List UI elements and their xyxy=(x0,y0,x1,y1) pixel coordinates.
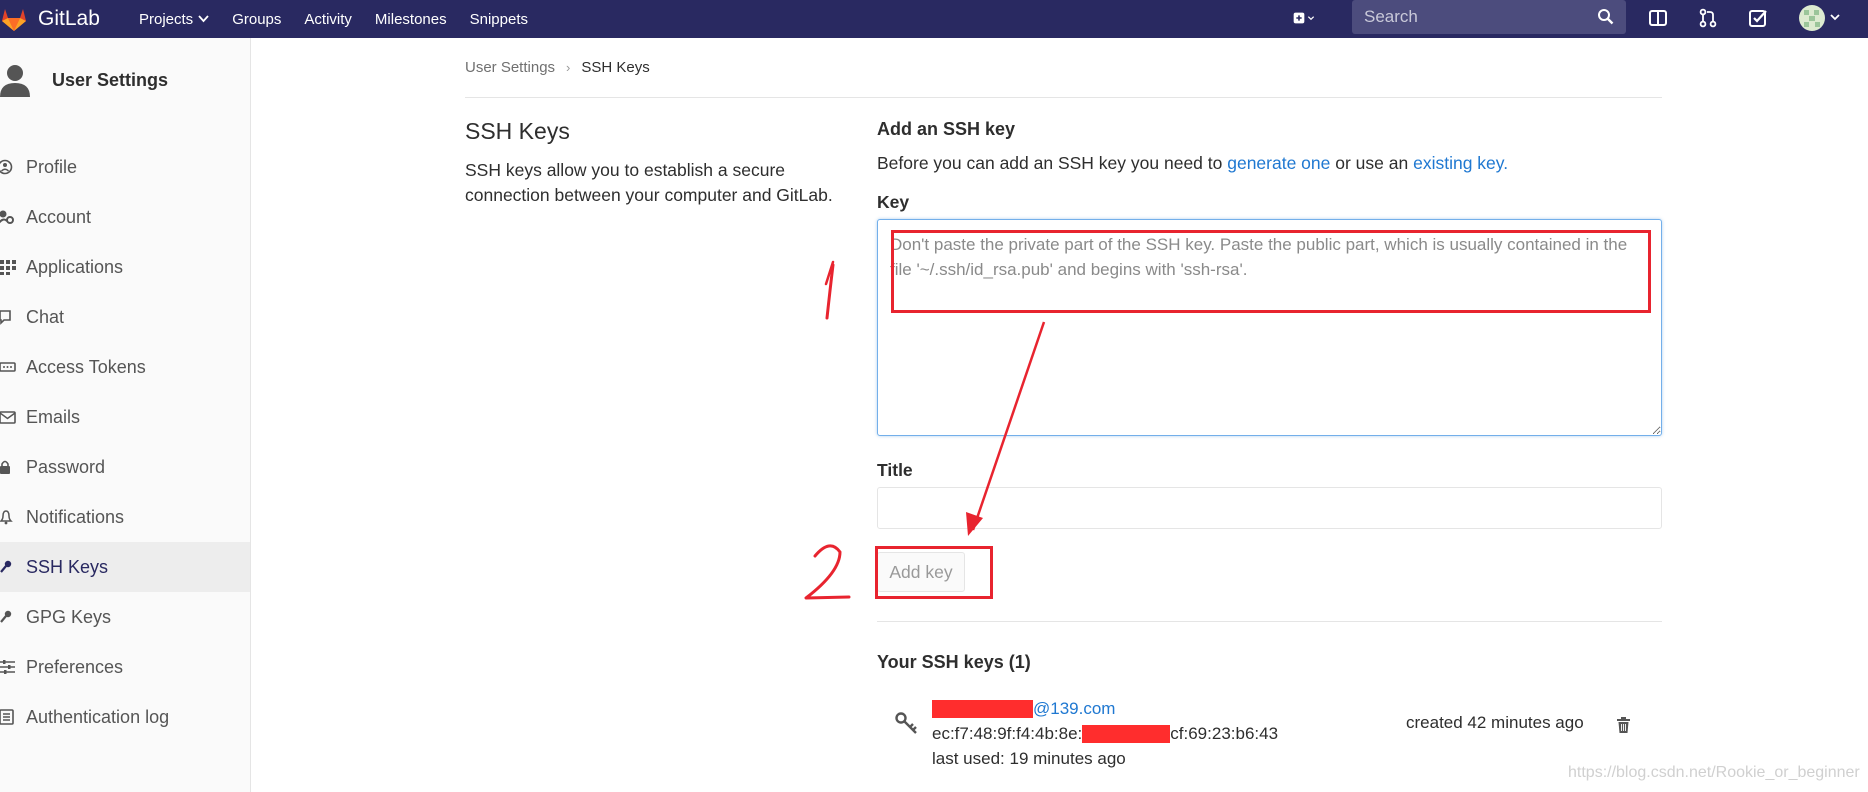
annotation-arrow xyxy=(971,321,1046,531)
annotation-mark-2 xyxy=(804,544,851,600)
annotation-overlay xyxy=(804,260,1046,600)
watermark: https://blog.csdn.net/Rookie_or_beginner xyxy=(1568,764,1860,781)
